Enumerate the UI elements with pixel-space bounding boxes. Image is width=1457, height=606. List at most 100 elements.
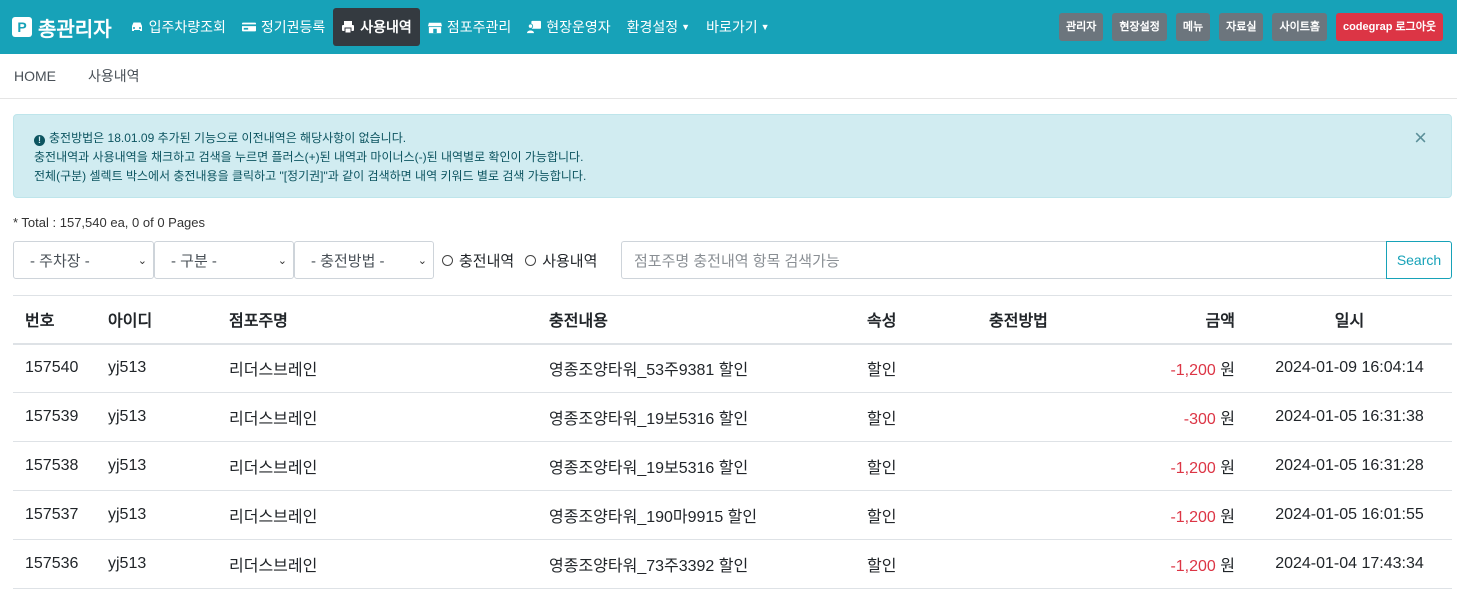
cell-method [977, 539, 1127, 589]
col-header-store: 점포주명 [217, 295, 537, 345]
table-row: 157538 yj513 리더스브레인 영종조양타워_19보5316 할인 할인… [13, 441, 1452, 491]
nav-item-usage-history[interactable]: 사용내역 [333, 8, 420, 46]
total-count: * Total : 157,540 ea, 0 of 0 Pages [13, 215, 206, 230]
nav-item-label: 입주차량조회 [148, 19, 226, 35]
top-navbar: P 총관리자 입주차량조회 정기권등록 사용내역 점포주관리 현장운영자 환경설… [0, 0, 1457, 54]
method-select-value: - 충전방법 - [311, 252, 385, 270]
nav-right-buttons: 관리자 현장설정 메뉴 자료실 사이트홈 codegrap 로그아웃 [1058, 13, 1443, 41]
amount-value: -1,200 [1170, 362, 1216, 380]
col-header-id: 아이디 [96, 295, 217, 345]
nav-item-shortcuts-dropdown[interactable]: 바로가기 ▼ [698, 8, 777, 46]
admin-button[interactable]: 관리자 [1058, 13, 1104, 41]
col-header-datetime: 일시 [1247, 295, 1452, 345]
breadcrumb: HOME 사용내역 [0, 54, 1457, 99]
cell-datetime: 2024-01-05 16:31:38 [1247, 392, 1452, 442]
logout-button[interactable]: codegrap 로그아웃 [1335, 13, 1443, 41]
cell-id: yj513 [96, 539, 217, 589]
cell-amount: -300 원 [1127, 392, 1247, 442]
resources-button[interactable]: 자료실 [1219, 13, 1264, 41]
cell-amount: -1,200 원 [1127, 490, 1247, 540]
card-icon [241, 20, 256, 34]
store-icon [427, 20, 442, 34]
table-row: 157537 yj513 리더스브레인 영종조양타워_190마9915 할인 할… [13, 490, 1452, 540]
nav-item-site-operator[interactable]: 현장운영자 [519, 8, 618, 46]
cell-store: 리더스브레인 [217, 441, 537, 491]
chevron-down-icon: ⌄ [137, 254, 147, 267]
col-header-no: 번호 [13, 295, 96, 345]
cell-id: yj513 [96, 441, 217, 491]
nav-item-pass-register[interactable]: 정기권등록 [234, 8, 333, 46]
amount-value: -1,200 [1170, 509, 1216, 526]
user-board-icon [527, 20, 542, 34]
table-row: 157540 yj513 리더스브레인 영종조양타워_53주9381 할인 할인… [13, 343, 1452, 393]
brand[interactable]: P 총관리자 [12, 13, 112, 42]
site-home-button[interactable]: 사이트홈 [1272, 13, 1327, 41]
alert-line-3: 전체(구분) 셀렉트 박스에서 충전내용을 클릭하고 "[정기권]"과 같이 검… [34, 169, 587, 183]
site-settings-button[interactable]: 현장설정 [1112, 13, 1167, 41]
caret-down-icon: ▼ [681, 22, 691, 32]
cell-datetime: 2024-01-05 16:01:55 [1247, 490, 1452, 540]
nav-item-resident-vehicle[interactable]: 입주차량조회 [122, 8, 234, 46]
nav-item-label: 환경설정 [626, 19, 679, 35]
table-header-row: 번호 아이디 점포주명 충전내용 속성 충전방법 금액 일시 [13, 295, 1452, 345]
col-header-method: 충전방법 [977, 295, 1127, 345]
alert-line-1: ! 충전방법은 18.01.09 추가된 기능으로 이전내역은 해당사항이 없습니… [34, 129, 1431, 148]
nav-item-label: 점포주관리 [446, 19, 512, 35]
caret-down-icon: ▼ [760, 22, 770, 32]
cell-content: 영종조양타워_73주3392 할인 [537, 539, 855, 589]
cell-amount: -1,200 원 [1127, 343, 1247, 393]
parking-logo-icon: P [12, 17, 32, 37]
radio-charge-label: 충전내역 [459, 252, 515, 270]
cell-method [977, 490, 1127, 540]
cell-attr: 할인 [855, 539, 977, 589]
nav-item-store-manage[interactable]: 점포주관리 [420, 8, 519, 46]
radio-usage-history[interactable]: 사용내역 [525, 250, 597, 271]
alert-text-1: 충전방법은 18.01.09 추가된 기능으로 이전내역은 해당사항이 없습니다… [49, 131, 407, 145]
filter-bar: - 주차장 - ⌄ - 구분 - ⌄ - 충전방법 - ⌄ 충전내역 사용내역 [13, 241, 597, 279]
menu-button[interactable]: 메뉴 [1175, 13, 1211, 41]
cell-content: 영종조양타워_53주9381 할인 [537, 343, 855, 393]
amount-unit: 원 [1220, 558, 1235, 575]
cell-method [977, 392, 1127, 442]
cell-id: yj513 [96, 343, 217, 393]
nav-item-label: 현장운영자 [546, 19, 611, 35]
col-header-attr: 속성 [855, 295, 977, 345]
search-button[interactable]: Search [1386, 241, 1452, 279]
radio-circle[interactable] [525, 254, 537, 266]
cell-method [977, 343, 1127, 393]
table-row: 157539 yj513 리더스브레인 영종조양타워_19보5316 할인 할인… [13, 392, 1452, 442]
method-select[interactable]: - 충전방법 - ⌄ [294, 241, 434, 279]
cell-datetime: 2024-01-05 16:31:28 [1247, 441, 1452, 491]
usage-table: 번호 아이디 점포주명 충전내용 속성 충전방법 금액 일시 157540 yj… [13, 295, 1452, 589]
cell-method [977, 441, 1127, 491]
breadcrumb-home[interactable]: HOME [14, 68, 56, 84]
amount-unit: 원 [1220, 362, 1235, 380]
amount-value: -1,200 [1170, 460, 1216, 477]
cell-store: 리더스브레인 [217, 490, 537, 540]
cell-no: 157538 [13, 441, 96, 491]
cell-store: 리더스브레인 [217, 392, 537, 442]
cell-content: 영종조양타워_19보5316 할인 [537, 392, 855, 442]
amount-unit: 원 [1220, 509, 1235, 526]
amount-value: -1,200 [1170, 558, 1216, 575]
cell-attr: 할인 [855, 441, 977, 491]
cell-no: 157536 [13, 539, 96, 589]
radio-circle[interactable] [442, 254, 453, 266]
radio-charge-history[interactable]: 충전내역 [442, 250, 514, 271]
info-alert: ! 충전방법은 18.01.09 추가된 기능으로 이전내역은 해당사항이 없습니… [13, 114, 1452, 198]
cell-store: 리더스브레인 [217, 539, 537, 589]
alert-line-2: 충전내역과 사용내역을 채크하고 검색을 누르면 플러스(+)된 내역과 마이너… [34, 150, 584, 164]
category-select[interactable]: - 구분 - ⌄ [154, 241, 294, 279]
nav-item-label: 사용내역 [360, 19, 412, 35]
cell-no: 157539 [13, 392, 96, 442]
amount-unit: 원 [1220, 460, 1235, 477]
close-icon[interactable]: × [1414, 127, 1427, 149]
cell-amount: -1,200 원 [1127, 539, 1247, 589]
chevron-down-icon: ⌄ [417, 254, 427, 267]
cell-attr: 할인 [855, 490, 977, 540]
search-input[interactable]: 점포주명 충전내역 항목 검색가능 [621, 241, 1387, 279]
search-placeholder: 점포주명 충전내역 항목 검색가능 [634, 252, 840, 270]
nav-item-settings-dropdown[interactable]: 환경설정 ▼ [619, 8, 698, 46]
parking-select[interactable]: - 주차장 - ⌄ [13, 241, 154, 279]
cell-datetime: 2024-01-09 16:04:14 [1247, 343, 1452, 393]
